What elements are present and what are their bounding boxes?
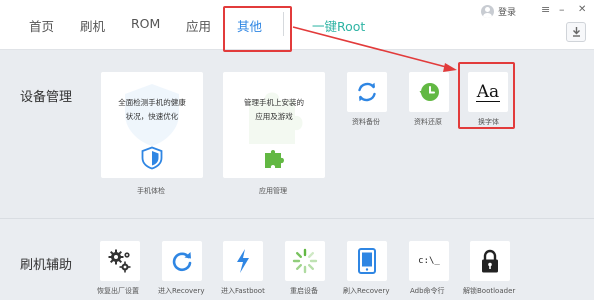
spinner-icon — [292, 248, 318, 274]
tab-rom[interactable]: ROM — [131, 16, 160, 31]
annotation-box-other-tab — [223, 6, 292, 52]
tile-unlock-bootloader[interactable] — [470, 241, 510, 281]
tile-label-data-restore: 资料还原 — [414, 118, 442, 126]
tile-label-enter-fastboot: 进入Fastboot — [221, 287, 265, 295]
card-desc-line: 管理手机上安装的 — [244, 98, 304, 107]
tile-label-flash-recovery: 刷入Recovery — [343, 287, 390, 295]
tile-label-reboot-device: 重启设备 — [290, 287, 318, 295]
menu-icon[interactable]: ≡ — [541, 4, 550, 16]
phone-icon — [358, 248, 376, 274]
card-phone-checkup[interactable]: 全面检测手机的健康 状况，快速优化 — [101, 72, 203, 178]
card-app-management[interactable]: 管理手机上安装的 应用及游戏 — [223, 72, 325, 178]
card-label-app-management: 应用管理 — [259, 187, 287, 195]
minimize-icon[interactable]: – — [559, 4, 565, 16]
tile-factory-reset[interactable] — [100, 241, 140, 281]
tile-label-factory-reset: 恢复出厂设置 — [97, 287, 139, 295]
tile-label-adb-shell: Adb命令行 — [410, 287, 445, 295]
tile-data-restore[interactable] — [409, 72, 449, 112]
close-icon[interactable]: ✕ — [578, 4, 586, 16]
restore-icon — [419, 83, 439, 101]
tile-data-backup[interactable] — [347, 72, 387, 112]
tile-label-enter-recovery: 进入Recovery — [158, 287, 205, 295]
download-button[interactable] — [566, 22, 586, 42]
tab-apps[interactable]: 应用 — [186, 16, 211, 35]
lightning-icon — [237, 249, 249, 273]
login-link[interactable]: 登录 — [498, 5, 516, 18]
tab-home[interactable]: 首页 — [29, 16, 54, 35]
card-desc-line: 全面检测手机的健康 — [118, 98, 186, 107]
tile-label-unlock-bootloader: 解锁Bootloader — [463, 287, 516, 295]
annotation-box-change-font — [458, 62, 515, 129]
tile-reboot-device[interactable] — [285, 241, 325, 281]
tile-label-data-backup: 资料备份 — [352, 118, 380, 126]
user-avatar-icon — [481, 5, 494, 18]
lock-icon — [482, 249, 498, 273]
section-title-flash-assist: 刷机辅助 — [20, 258, 73, 273]
tile-enter-fastboot[interactable] — [223, 241, 263, 281]
refresh-icon — [172, 252, 192, 272]
tile-adb-shell[interactable]: c:\_ — [409, 241, 449, 281]
tab-flash[interactable]: 刷机 — [80, 16, 105, 35]
tab-one-click-root[interactable]: 一键Root — [312, 16, 365, 35]
gears-icon — [108, 249, 131, 273]
card-desc-line: 应用及游戏 — [255, 112, 293, 121]
sync-icon — [358, 82, 376, 102]
top-nav-bar: 首页 刷机 ROM 应用 其他 一键Root 登录 ≡ – ✕ — [0, 0, 594, 50]
card-label-phone-checkup: 手机体检 — [137, 187, 165, 195]
tile-flash-recovery[interactable] — [347, 241, 387, 281]
tile-enter-recovery[interactable] — [162, 241, 202, 281]
card-desc-line: 状况，快速优化 — [125, 112, 179, 121]
download-arrow-icon — [572, 27, 580, 37]
shield-icon — [141, 146, 163, 170]
login-area[interactable]: 登录 — [481, 5, 516, 18]
terminal-icon: c:\_ — [418, 256, 440, 266]
section-title-device-management: 设备管理 — [20, 90, 73, 105]
puzzle-icon — [265, 150, 284, 168]
